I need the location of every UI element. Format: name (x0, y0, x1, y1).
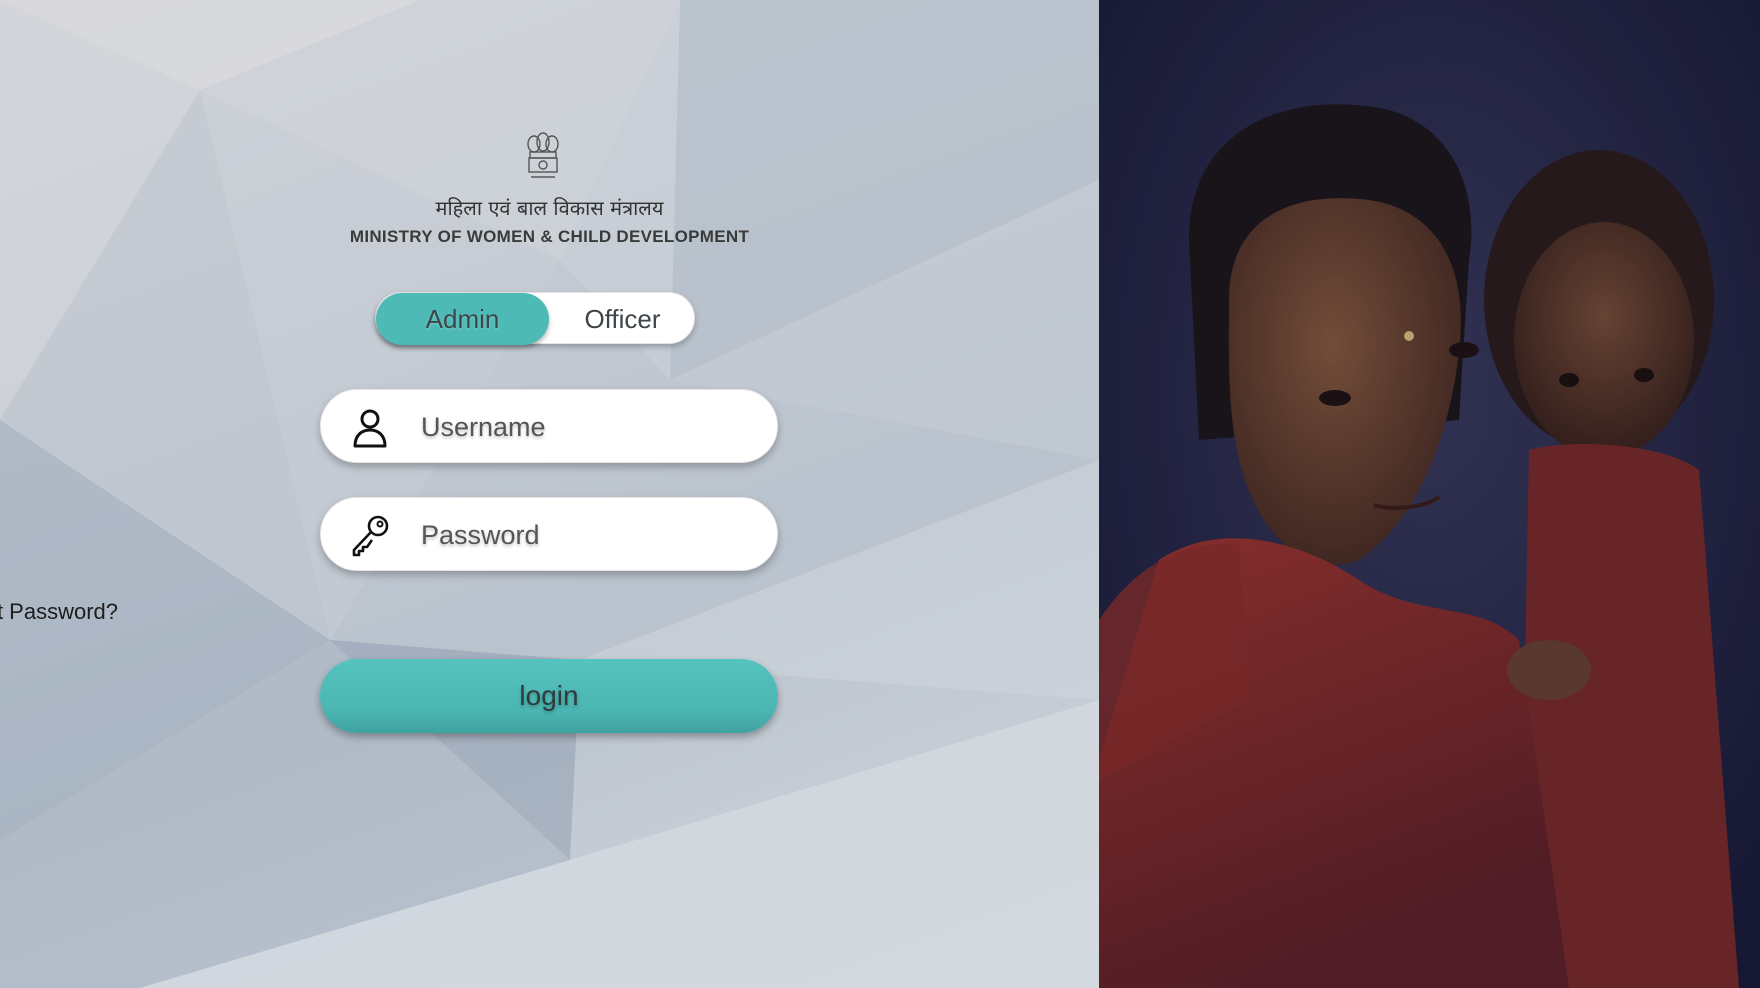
role-admin-option[interactable]: Admin (376, 293, 549, 345)
ministry-hindi-title: महिला एवं बाल विकास मंत्रालय (435, 196, 664, 220)
role-toggle: Admin Officer (375, 292, 696, 345)
role-officer-option[interactable]: Officer (549, 293, 696, 345)
login-panel: महिला एवं बाल विकास मंत्रालय MINISTRY OF… (0, 0, 1099, 988)
user-icon (353, 409, 387, 448)
password-field[interactable] (320, 497, 778, 571)
national-emblem-icon (527, 132, 559, 178)
key-icon (352, 515, 389, 557)
password-input[interactable] (421, 510, 751, 560)
username-field[interactable] (320, 389, 778, 463)
username-input[interactable] (421, 402, 751, 452)
mother-and-child-photo (1099, 0, 1760, 988)
login-button[interactable]: login (320, 659, 778, 733)
forget-password-link[interactable]: Forget Password? (0, 599, 118, 625)
ministry-english-title: MINISTRY OF WOMEN & CHILD DEVELOPMENT (349, 227, 750, 246)
